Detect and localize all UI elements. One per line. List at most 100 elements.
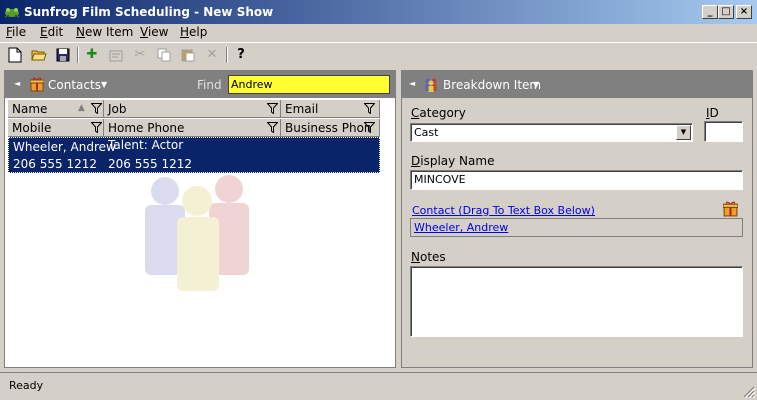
status-bar: Ready: [0, 372, 757, 400]
contacts-title[interactable]: Contacts: [48, 78, 101, 92]
menu-help[interactable]: Help: [180, 25, 207, 39]
menu-view-key: V: [140, 25, 148, 39]
menu-new-item-key: N: [76, 25, 85, 39]
properties-icon: [109, 50, 123, 62]
toolbar: ✚ ✂ ✕ ?: [0, 42, 757, 66]
category-select[interactable]: Cast ▼: [410, 123, 693, 142]
col-header-home-phone[interactable]: Home Phone: [104, 119, 281, 137]
status-text: Ready: [9, 379, 44, 392]
open-button[interactable]: [30, 46, 48, 64]
col-header-name[interactable]: Name: [8, 100, 104, 118]
col-header-name-label: Name: [12, 102, 48, 116]
menu-file[interactable]: File: [6, 25, 26, 39]
save-button[interactable]: [54, 46, 72, 64]
menu-help-key: H: [180, 25, 190, 39]
paste-button[interactable]: [179, 46, 197, 64]
menu-edit[interactable]: Edit: [40, 25, 63, 39]
app-frog-icon: [4, 8, 20, 18]
title-bar[interactable]: Sunfrog Film Scheduling - New Show _ □ ×: [0, 0, 757, 24]
open-folder-icon: [31, 50, 47, 61]
new-document-icon: [8, 47, 22, 63]
col-header-business-phone-label: Business Phon: [285, 121, 372, 135]
filter-funnel-icon[interactable]: [364, 103, 375, 114]
paste-icon: [181, 49, 195, 62]
contacts-gift-icon: [30, 77, 44, 92]
col-header-home-phone-label: Home Phone: [108, 121, 185, 135]
contacts-header: ◄ Contacts ▼ Find: [5, 71, 395, 98]
menu-edit-rest: dit: [47, 25, 64, 39]
breakdown-dropdown-icon[interactable]: ▼: [533, 80, 539, 89]
cut-button[interactable]: ✂: [131, 46, 149, 64]
save-disk-icon: [56, 48, 70, 62]
notes-textarea[interactable]: [410, 266, 743, 337]
delete-button[interactable]: ✕: [203, 46, 221, 64]
collapse-arrow-icon[interactable]: ◄: [14, 79, 20, 88]
add-plus-icon: ✚: [86, 47, 98, 62]
filter-funnel-icon[interactable]: [91, 103, 102, 114]
menu-view-rest: iew: [147, 25, 169, 39]
cell-home-phone: 206 555 1212: [108, 157, 192, 171]
contact-value-link[interactable]: Wheeler, Andrew: [414, 221, 508, 234]
close-button[interactable]: ×: [736, 5, 752, 19]
id-label: ID: [706, 106, 719, 120]
contact-gift-icon[interactable]: [723, 201, 738, 217]
resize-grip-icon[interactable]: [743, 386, 755, 398]
id-field[interactable]: [704, 121, 743, 142]
delete-x-icon: ✕: [206, 47, 218, 62]
menu-new-item[interactable]: New Item: [76, 25, 133, 39]
contacts-pane: ◄ Contacts ▼ Find Name ▲ Job Email Mobil…: [4, 70, 396, 368]
category-value: Cast: [414, 126, 439, 139]
notes-label: Notes: [411, 250, 446, 264]
display-name-label-rest: isplay Name: [420, 154, 495, 168]
breakdown-item-pane: ◄ Breakdown Item ▼ Category Cast ▼ ID Di…: [401, 70, 753, 368]
grid-header-row-2: Mobile Home Phone Business Phon: [8, 118, 380, 137]
contacts-people-watermark-icon: [145, 175, 249, 291]
cell-name: Wheeler, Andrew: [13, 140, 116, 154]
contact-drop-box[interactable]: Wheeler, Andrew: [410, 218, 743, 237]
col-header-job[interactable]: Job: [104, 100, 281, 118]
menu-file-rest: ile: [12, 25, 27, 39]
menu-view[interactable]: View: [140, 25, 168, 39]
category-label-rest: ategory: [419, 106, 466, 120]
breakdown-people-icon: [425, 78, 437, 92]
menu-help-rest: elp: [189, 25, 208, 39]
display-name-value: MINCOVE: [414, 173, 466, 186]
id-label-rest: D: [709, 106, 719, 120]
help-button[interactable]: ?: [232, 46, 250, 64]
breakdown-header: ◄ Breakdown Item ▼: [402, 71, 752, 98]
cut-scissors-icon: ✂: [134, 47, 146, 62]
col-header-mobile[interactable]: Mobile: [8, 119, 104, 137]
find-input[interactable]: [228, 75, 390, 94]
col-header-email-label: Email: [285, 102, 319, 116]
filter-funnel-icon[interactable]: [267, 103, 278, 114]
add-button[interactable]: ✚: [83, 46, 101, 64]
filter-funnel-icon[interactable]: [267, 122, 278, 133]
menu-bar: File Edit New Item View Help: [0, 24, 757, 42]
menu-edit-key: E: [40, 25, 48, 39]
copy-button[interactable]: [155, 46, 173, 64]
filter-funnel-icon[interactable]: [91, 122, 102, 133]
display-name-field[interactable]: MINCOVE: [410, 170, 743, 190]
find-label: Find: [197, 78, 222, 92]
cell-job: Talent: Actor: [108, 138, 184, 152]
notes-label-key: N: [411, 250, 420, 264]
toolbar-separator: [77, 47, 79, 63]
breakdown-title[interactable]: Breakdown Item: [443, 78, 541, 92]
properties-button[interactable]: [107, 46, 125, 64]
contact-link[interactable]: Contact (Drag To Text Box Below): [412, 204, 595, 217]
col-header-job-label: Job: [108, 102, 127, 116]
maximize-button[interactable]: □: [718, 5, 734, 19]
new-document-button[interactable]: [6, 46, 24, 64]
window-title: Sunfrog Film Scheduling - New Show: [24, 5, 274, 19]
contacts-dropdown-icon[interactable]: ▼: [101, 80, 107, 89]
category-label: Category: [411, 106, 466, 120]
chevron-down-icon[interactable]: ▼: [676, 125, 691, 140]
copy-icon: [157, 48, 171, 62]
table-row[interactable]: Wheeler, Andrew Talent: Actor 206 555 12…: [8, 137, 380, 173]
filter-funnel-icon[interactable]: [364, 122, 375, 133]
display-name-label: Display Name: [411, 154, 494, 168]
sort-ascending-icon: ▲: [78, 103, 85, 113]
help-question-icon: ?: [237, 47, 245, 62]
collapse-arrow-icon[interactable]: ◄: [409, 79, 415, 88]
minimize-button[interactable]: _: [702, 5, 718, 19]
